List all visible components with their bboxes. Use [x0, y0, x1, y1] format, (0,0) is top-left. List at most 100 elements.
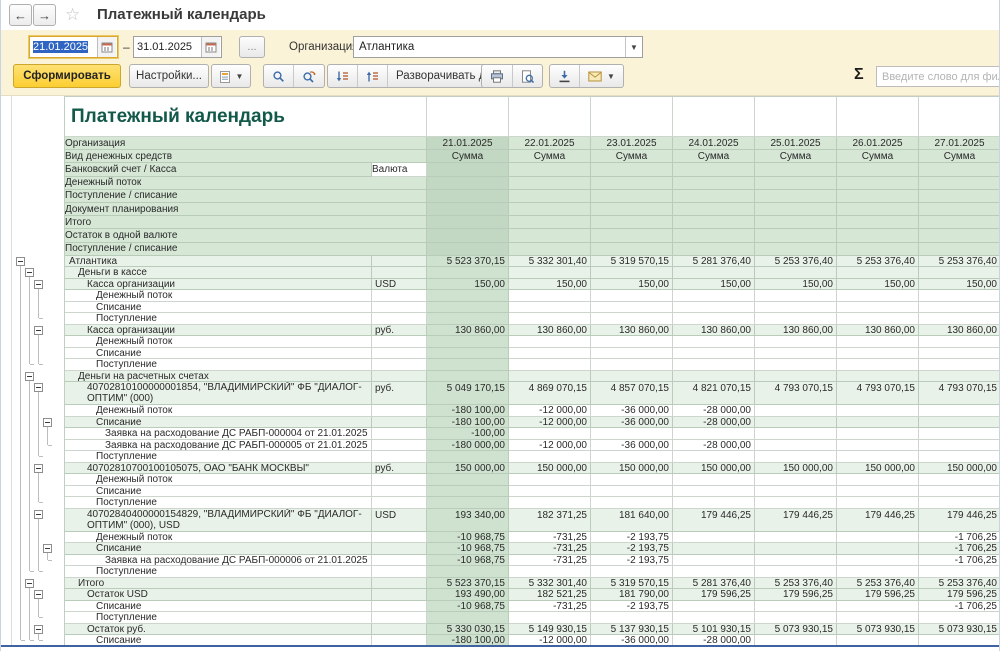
grid-cell — [837, 163, 919, 176]
value-cell: -731,25 — [509, 532, 591, 544]
group-collapse-toggle[interactable] — [34, 590, 43, 599]
value-cell: -12 000,00 — [509, 440, 591, 452]
print-preview-button[interactable] — [512, 65, 542, 87]
grid-cell — [837, 97, 919, 137]
value-cell: -180 100,00 — [427, 417, 509, 429]
autosum-indicator[interactable]: Σ — [854, 66, 864, 84]
tree-connector-stub — [39, 640, 43, 641]
value-cell — [919, 497, 1000, 509]
value-cell: 5 253 376,40 — [837, 578, 919, 590]
group-collapse-toggle[interactable] — [34, 464, 43, 473]
quick-filter-input[interactable] — [876, 66, 1000, 87]
date-from-value: 21.01.2025 — [30, 37, 97, 57]
generate-report-button[interactable]: Сформировать — [13, 64, 121, 88]
row-label: Поступление — [65, 497, 372, 509]
favorite-star-icon[interactable]: ☆ — [65, 5, 80, 25]
value-cell — [673, 290, 755, 302]
value-cell: -12 000,00 — [509, 417, 591, 429]
value-cell: -2 193,75 — [591, 555, 673, 567]
group-collapse-toggle[interactable] — [34, 625, 43, 634]
date-from-calendar-button[interactable] — [97, 37, 116, 57]
group-collapse-toggle[interactable] — [34, 280, 43, 289]
row-label: Поступление — [65, 359, 372, 371]
value-cell — [837, 566, 919, 578]
value-cell — [673, 359, 755, 371]
report-variants-button[interactable]: ▼ — [211, 64, 251, 88]
currency-cell — [372, 624, 427, 636]
search-button[interactable] — [264, 65, 293, 87]
send-mail-button[interactable]: ▼ — [579, 65, 623, 87]
expand-groups-button[interactable] — [328, 65, 357, 87]
group-collapse-toggle[interactable] — [25, 579, 34, 588]
search-next-button[interactable] — [293, 65, 324, 87]
value-cell — [427, 474, 509, 486]
group-collapse-toggle[interactable] — [34, 326, 43, 335]
column-header: Поступление / списание — [65, 190, 427, 203]
group-collapse-toggle[interactable] — [34, 510, 43, 519]
grid-cell — [591, 229, 673, 242]
date-header-cell: 21.01.2025 — [427, 137, 509, 150]
date-from-input[interactable]: 21.01.2025 — [29, 36, 118, 58]
value-cell — [509, 313, 591, 325]
value-cell — [837, 290, 919, 302]
date-header-cell: 24.01.2025 — [673, 137, 755, 150]
back-button[interactable]: ← — [9, 4, 32, 26]
value-cell: 4 793 070,15 — [755, 382, 837, 405]
column-header: Вид денежных средств — [65, 150, 427, 163]
save-file-button[interactable] — [550, 65, 579, 87]
grid-cell — [509, 177, 591, 190]
date-to-calendar-button[interactable] — [201, 37, 220, 57]
group-collapse-toggle[interactable] — [16, 257, 25, 266]
grid-cell — [427, 229, 509, 242]
date-to-input[interactable]: 31.01.2025 — [133, 36, 222, 58]
forward-button[interactable]: → — [33, 4, 56, 26]
collapse-groups-button[interactable] — [357, 65, 387, 87]
settings-button[interactable]: Настройки... — [129, 64, 209, 88]
organization-combobox[interactable]: Атлантика ▼ — [353, 36, 643, 58]
value-cell: -731,25 — [509, 555, 591, 567]
group-collapse-toggle[interactable] — [34, 383, 43, 392]
value-cell: 130 860,00 — [427, 325, 509, 337]
app-window: ← → ☆ Платежный календарь 21.01.2025 – 3… — [0, 0, 1000, 651]
value-cell — [673, 601, 755, 613]
currency-cell — [372, 440, 427, 452]
value-cell — [755, 290, 837, 302]
value-cell — [837, 359, 919, 371]
grid-cell — [509, 97, 591, 137]
date-period-more-button[interactable]: ... — [239, 36, 265, 58]
tree-connector-stub — [48, 445, 52, 446]
tree-connector-line — [20, 266, 21, 641]
group-collapse-toggle[interactable] — [43, 418, 52, 427]
export-button-group: ▼ — [549, 64, 624, 88]
grid-cell — [755, 190, 837, 203]
group-collapse-toggle[interactable] — [25, 268, 34, 277]
value-cell — [673, 566, 755, 578]
value-cell — [837, 336, 919, 348]
currency-cell — [372, 497, 427, 509]
column-header: Поступление / списание — [65, 243, 427, 256]
value-cell — [919, 348, 1000, 360]
group-collapse-toggle[interactable] — [43, 544, 52, 553]
value-cell: -28 000,00 — [673, 440, 755, 452]
grid-cell — [673, 203, 755, 216]
value-cell: 130 860,00 — [755, 325, 837, 337]
currency-header: Валюта — [372, 163, 427, 176]
value-cell — [509, 336, 591, 348]
print-button[interactable] — [482, 65, 512, 87]
row-label: Деньги в кассе — [65, 267, 372, 279]
value-cell: -1 706,25 — [919, 601, 1000, 613]
value-cell: 5 253 376,40 — [919, 578, 1000, 590]
value-cell: 150 000,00 — [755, 463, 837, 475]
value-cell: 150 000,00 — [673, 463, 755, 475]
grid-cell — [509, 216, 591, 229]
tree-connector-line — [29, 381, 30, 572]
value-cell — [509, 348, 591, 360]
organization-dropdown-button[interactable]: ▼ — [625, 37, 642, 57]
window-title: Платежный календарь — [97, 6, 266, 23]
value-cell — [755, 543, 837, 555]
group-collapse-toggle[interactable] — [25, 372, 34, 381]
value-cell — [591, 612, 673, 624]
value-cell — [427, 313, 509, 325]
row-label: Касса организации — [65, 279, 372, 291]
grid-cell — [837, 216, 919, 229]
